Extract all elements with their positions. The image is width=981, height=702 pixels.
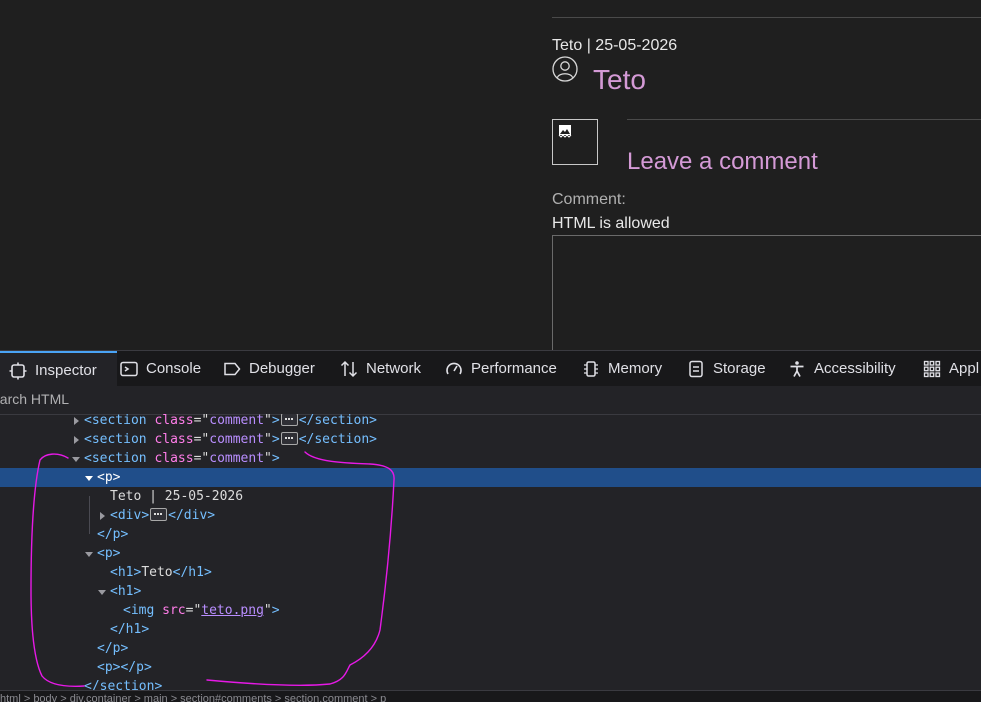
tree-node-p[interactable]: <p>	[0, 544, 981, 563]
tab-debugger[interactable]: Debugger	[222, 351, 315, 386]
tree-node-h1-expanded[interactable]: <h1>	[0, 582, 981, 601]
user-avatar-icon	[552, 56, 578, 82]
collapse-arrow-icon[interactable]	[83, 468, 95, 487]
tree-node-content: <section class="comment">	[84, 451, 280, 466]
tree-text-node[interactable]: Teto | 25-05-2026	[0, 487, 981, 506]
tree-node-close-p[interactable]: </p>	[0, 525, 981, 544]
tab-label: Debugger	[249, 360, 315, 377]
tab-label: Performance	[471, 360, 557, 377]
tab-memory[interactable]: Memory	[581, 351, 662, 386]
inspector-icon	[8, 361, 28, 381]
tab-label: Storage	[713, 360, 766, 377]
collapsed-ellipsis-icon[interactable]	[280, 414, 298, 426]
html-search-bar	[0, 386, 981, 415]
tab-label: Network	[366, 360, 422, 377]
src-link[interactable]: teto.png	[201, 603, 264, 618]
divider	[552, 17, 981, 18]
tree-node-section[interactable]: <section class="comment"> </section>	[0, 430, 981, 449]
page-content: Teto | 25-05-2026 Teto Leave a comment C…	[0, 0, 981, 350]
broken-image-icon	[558, 125, 572, 138]
comment-meta: Teto | 25-05-2026	[552, 37, 678, 54]
tree-node-section-expanded[interactable]: <section class="comment">	[0, 449, 981, 468]
markup-tree: <section class="comment"> </section> <sec…	[0, 414, 981, 690]
broken-image	[552, 119, 598, 165]
tree-node-close-h1[interactable]: </h1>	[0, 620, 981, 639]
tab-label: Console	[146, 360, 202, 377]
tab-label: Appl	[949, 360, 980, 377]
html-allowed-note: HTML is allowed	[552, 215, 670, 232]
tab-accessibility[interactable]: Accessibility	[787, 351, 896, 386]
tree-node-content: <div> </div>	[110, 508, 216, 523]
tree-node-section[interactable]: <section class="comment"> </section>	[0, 414, 981, 430]
collapse-arrow-icon[interactable]	[83, 544, 95, 563]
debugger-icon	[222, 359, 242, 379]
tree-node-content: <p></p>	[97, 660, 152, 675]
tree-node-content: <section class="comment"> </section>	[84, 432, 377, 447]
tab-application[interactable]: Appl	[922, 351, 979, 386]
collapse-arrow-icon[interactable]	[70, 449, 82, 468]
tree-node-content: </section>	[84, 679, 163, 690]
tree-node-content: </p>	[97, 527, 129, 542]
tree-node-content: <p>	[97, 546, 121, 561]
tree-node-content: <h1>Teto</h1>	[110, 565, 212, 580]
tab-label: Memory	[608, 360, 663, 377]
tree-node-close-section[interactable]: </section>	[0, 677, 981, 690]
tab-label: Accessibility	[814, 360, 896, 377]
breadcrumb-bar: html > body > div.container > main > sec…	[0, 690, 981, 702]
memory-icon	[581, 359, 601, 379]
tree-node-content: </h1>	[110, 622, 150, 637]
devtools-panel: Inspector Console Debugger Network Perfo…	[0, 350, 981, 702]
tab-console[interactable]: Console	[119, 351, 201, 386]
tree-node-content: <h1>	[110, 584, 142, 599]
application-icon	[922, 359, 942, 379]
collapse-arrow-icon[interactable]	[96, 582, 108, 601]
comment-author-heading: Teto	[593, 64, 646, 95]
expand-arrow-icon[interactable]	[96, 506, 108, 525]
tree-node-img[interactable]: <img src="teto.png">	[0, 601, 981, 620]
expand-arrow-icon[interactable]	[70, 430, 82, 449]
expand-arrow-icon[interactable]	[70, 414, 82, 430]
devtools-tabbar: Inspector Console Debugger Network Perfo…	[0, 350, 981, 388]
comment-textarea[interactable]	[552, 235, 981, 350]
tree-node-content: <section class="comment"> </section>	[84, 414, 377, 428]
divider	[627, 119, 981, 120]
tree-node-close-p[interactable]: </p>	[0, 639, 981, 658]
accessibility-icon	[787, 359, 807, 379]
performance-icon	[444, 359, 464, 379]
tree-node-content: </p>	[97, 641, 129, 656]
leave-comment-heading: Leave a comment	[627, 148, 818, 175]
tab-inspector[interactable]: Inspector	[0, 351, 117, 388]
tab-storage[interactable]: Storage	[686, 351, 766, 386]
text-node-content: Teto | 25-05-2026	[110, 489, 244, 504]
network-icon	[339, 359, 359, 379]
search-html-input[interactable]	[0, 389, 492, 409]
tab-label: Inspector	[35, 362, 97, 379]
comment-label: Comment:	[552, 191, 626, 208]
tab-performance[interactable]: Performance	[444, 351, 557, 386]
tree-node-empty-p[interactable]: <p></p>	[0, 658, 981, 677]
tab-network[interactable]: Network	[339, 351, 421, 386]
storage-icon	[686, 359, 706, 379]
tree-node-h1[interactable]: <h1>Teto</h1>	[0, 563, 981, 582]
tree-node-content: <p>	[97, 470, 121, 485]
console-icon	[119, 359, 139, 379]
collapsed-ellipsis-icon[interactable]	[280, 432, 298, 445]
collapsed-ellipsis-icon[interactable]	[150, 508, 168, 521]
tree-node-content: <img src="teto.png">	[123, 603, 280, 618]
tree-node-p-selected[interactable]: <p>	[0, 468, 981, 487]
tree-node-div[interactable]: <div> </div>	[0, 506, 981, 525]
